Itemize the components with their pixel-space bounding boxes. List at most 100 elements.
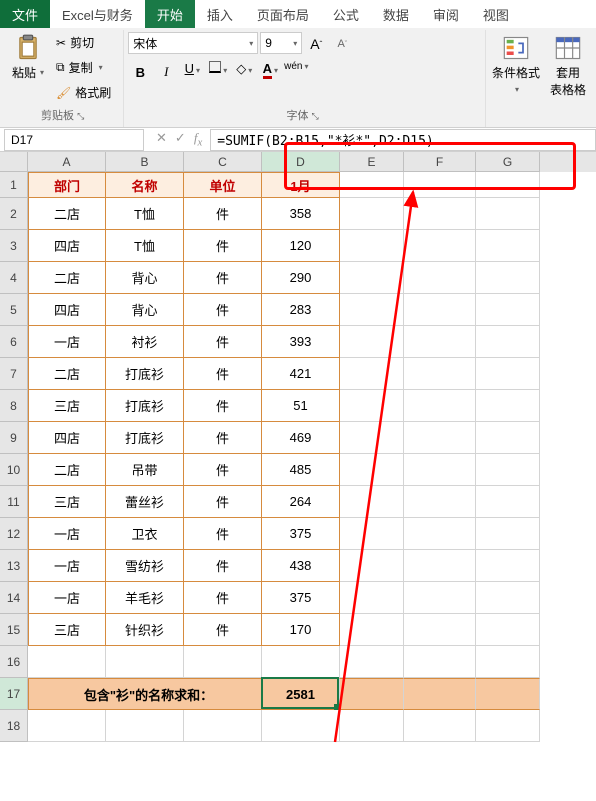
cell-F18[interactable] xyxy=(404,710,476,742)
col-header-B[interactable]: B xyxy=(106,152,184,172)
cell-A3[interactable]: 四店 xyxy=(28,230,106,262)
cell-grid[interactable]: 部门名称单位1月二店T恤件358四店T恤件120二店背心件290四店背心件283… xyxy=(28,172,540,742)
cancel-formula-button[interactable]: ✕ xyxy=(156,130,167,149)
cell-D13[interactable]: 438 xyxy=(262,550,340,582)
cell-B2[interactable]: T恤 xyxy=(106,198,184,230)
phonetic-button[interactable]: wén▾ xyxy=(284,60,308,84)
row-header-8[interactable]: 8 xyxy=(0,390,28,422)
col-header-E[interactable]: E xyxy=(340,152,404,172)
cell-B1[interactable]: 名称 xyxy=(106,172,184,198)
formula-bar[interactable]: =SUMIF(B2:B15,"*衫*",D2:D15) xyxy=(210,129,596,151)
cell-A17[interactable]: 包含"衫"的名称求和： xyxy=(28,678,262,710)
cell-G18[interactable] xyxy=(476,710,540,742)
tab-3[interactable]: 插入 xyxy=(195,0,245,28)
cell-C13[interactable]: 件 xyxy=(184,550,262,582)
cell-D18[interactable] xyxy=(262,710,340,742)
cell-E18[interactable] xyxy=(340,710,404,742)
row-header-3[interactable]: 3 xyxy=(0,230,28,262)
row-header-10[interactable]: 10 xyxy=(0,454,28,486)
underline-button[interactable]: U▾ xyxy=(180,60,204,84)
cell-B13[interactable]: 雪纺衫 xyxy=(106,550,184,582)
cell-C15[interactable]: 件 xyxy=(184,614,262,646)
cell-G8[interactable] xyxy=(476,390,540,422)
conditional-format-button[interactable]: 条件格式▾ xyxy=(490,32,542,97)
cell-A4[interactable]: 二店 xyxy=(28,262,106,294)
row-header-16[interactable]: 16 xyxy=(0,646,28,678)
cell-G1[interactable] xyxy=(476,172,540,198)
row-header-12[interactable]: 12 xyxy=(0,518,28,550)
cell-B15[interactable]: 针织衫 xyxy=(106,614,184,646)
cell-C14[interactable]: 件 xyxy=(184,582,262,614)
copy-button[interactable]: ⧉复制▾ xyxy=(52,57,115,78)
cell-C9[interactable]: 件 xyxy=(184,422,262,454)
cell-B10[interactable]: 吊带 xyxy=(106,454,184,486)
row-header-9[interactable]: 9 xyxy=(0,422,28,454)
cell-E16[interactable] xyxy=(340,646,404,678)
cell-A11[interactable]: 三店 xyxy=(28,486,106,518)
bold-button[interactable]: B xyxy=(128,60,152,84)
cell-D7[interactable]: 421 xyxy=(262,358,340,390)
cell-C3[interactable]: 件 xyxy=(184,230,262,262)
tab-5[interactable]: 公式 xyxy=(321,0,371,28)
cell-B12[interactable]: 卫衣 xyxy=(106,518,184,550)
border-button[interactable]: ▾ xyxy=(206,60,230,84)
cell-F5[interactable] xyxy=(404,294,476,326)
fx-button[interactable]: fx xyxy=(194,130,202,149)
cell-A7[interactable]: 二店 xyxy=(28,358,106,390)
cell-A14[interactable]: 一店 xyxy=(28,582,106,614)
tab-6[interactable]: 数据 xyxy=(371,0,421,28)
cell-G16[interactable] xyxy=(476,646,540,678)
cell-F6[interactable] xyxy=(404,326,476,358)
accept-formula-button[interactable]: ✓ xyxy=(175,130,186,149)
cell-A5[interactable]: 四店 xyxy=(28,294,106,326)
cell-E17[interactable] xyxy=(340,678,404,710)
cell-B16[interactable] xyxy=(106,646,184,678)
cell-B4[interactable]: 背心 xyxy=(106,262,184,294)
cell-A15[interactable]: 三店 xyxy=(28,614,106,646)
cell-B9[interactable]: 打底衫 xyxy=(106,422,184,454)
cell-B3[interactable]: T恤 xyxy=(106,230,184,262)
cell-G17[interactable] xyxy=(476,678,540,710)
font-size-select[interactable]: 9▾ xyxy=(260,32,302,54)
tab-7[interactable]: 审阅 xyxy=(421,0,471,28)
cell-G12[interactable] xyxy=(476,518,540,550)
cell-C4[interactable]: 件 xyxy=(184,262,262,294)
cell-F10[interactable] xyxy=(404,454,476,486)
cell-D15[interactable]: 170 xyxy=(262,614,340,646)
row-header-5[interactable]: 5 xyxy=(0,294,28,326)
font-name-select[interactable]: 宋体▾ xyxy=(128,32,258,54)
cell-E13[interactable] xyxy=(340,550,404,582)
col-header-A[interactable]: A xyxy=(28,152,106,172)
row-header-14[interactable]: 14 xyxy=(0,582,28,614)
cell-C18[interactable] xyxy=(184,710,262,742)
col-header-D[interactable]: D xyxy=(262,152,340,172)
cell-A16[interactable] xyxy=(28,646,106,678)
cell-A10[interactable]: 二店 xyxy=(28,454,106,486)
cell-F4[interactable] xyxy=(404,262,476,294)
cell-F11[interactable] xyxy=(404,486,476,518)
col-header-C[interactable]: C xyxy=(184,152,262,172)
cell-A1[interactable]: 部门 xyxy=(28,172,106,198)
cell-E6[interactable] xyxy=(340,326,404,358)
cell-E8[interactable] xyxy=(340,390,404,422)
cell-E14[interactable] xyxy=(340,582,404,614)
row-header-17[interactable]: 17 xyxy=(0,678,28,710)
fill-color-button[interactable]: ◇▾ xyxy=(232,60,256,84)
cell-E4[interactable] xyxy=(340,262,404,294)
cell-A2[interactable]: 二店 xyxy=(28,198,106,230)
cell-B6[interactable]: 衬衫 xyxy=(106,326,184,358)
row-header-11[interactable]: 11 xyxy=(0,486,28,518)
cell-D5[interactable]: 283 xyxy=(262,294,340,326)
italic-button[interactable]: I xyxy=(154,60,178,84)
cell-D17[interactable]: 2581 xyxy=(262,678,340,710)
cell-D9[interactable]: 469 xyxy=(262,422,340,454)
cell-D8[interactable]: 51 xyxy=(262,390,340,422)
cell-A9[interactable]: 四店 xyxy=(28,422,106,454)
row-header-13[interactable]: 13 xyxy=(0,550,28,582)
cell-B18[interactable] xyxy=(106,710,184,742)
cell-A18[interactable] xyxy=(28,710,106,742)
tab-1[interactable]: Excel与财务 xyxy=(50,0,145,28)
cell-E5[interactable] xyxy=(340,294,404,326)
cell-D4[interactable]: 290 xyxy=(262,262,340,294)
cell-D1[interactable]: 1月 xyxy=(262,172,340,198)
